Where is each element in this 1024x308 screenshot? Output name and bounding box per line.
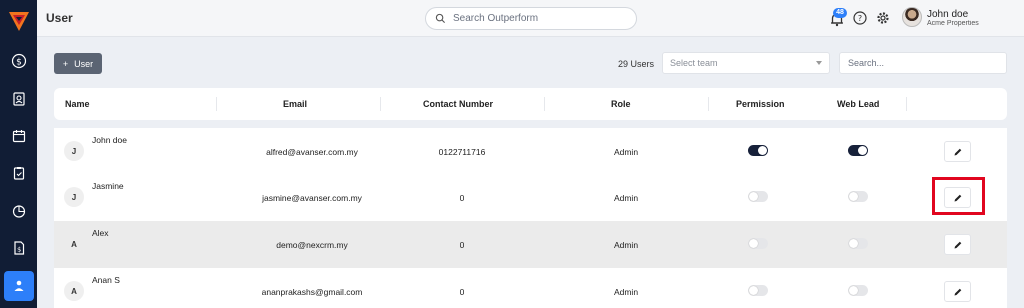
row-contact: 0 — [459, 240, 465, 250]
table-row[interactable]: J John doe alfred@avanser.com.my 0122711… — [54, 128, 1007, 175]
add-user-label: User — [74, 58, 94, 69]
highlight-box — [932, 177, 985, 215]
permission-toggle[interactable] — [748, 145, 768, 156]
team-select[interactable]: Select team — [662, 52, 830, 74]
team-select-placeholder: Select team — [670, 58, 718, 68]
column-divider — [216, 97, 217, 111]
user-company: Acme Properties — [927, 20, 979, 27]
sidebar-item-deals[interactable]: $ — [4, 46, 34, 76]
calendar-icon — [12, 130, 26, 143]
table-row[interactable]: A Alex demo@nexcrm.my 0 Admin — [54, 221, 1007, 268]
gear-icon[interactable] — [876, 11, 890, 25]
pie-chart-icon — [12, 205, 26, 218]
sidebar-item-tasks[interactable] — [4, 158, 34, 188]
table-row[interactable]: A Anan S ananprakashs@gmail.com 0 Admin — [54, 268, 1007, 308]
sidebar-item-reports[interactable] — [4, 196, 34, 226]
permission-toggle[interactable] — [748, 238, 768, 249]
row-contact: 0122711716 — [438, 147, 486, 157]
notification-badge: 48 — [833, 8, 847, 18]
svg-text:?: ? — [858, 14, 862, 23]
pencil-icon — [954, 241, 961, 248]
edit-button[interactable] — [944, 234, 971, 255]
users-icon — [14, 280, 24, 291]
row-avatar: J — [64, 141, 84, 161]
web-lead-toggle[interactable] — [848, 238, 868, 249]
row-avatar: A — [71, 239, 77, 249]
global-search-placeholder: Search Outperform — [453, 13, 539, 24]
user-count: 29 Users — [618, 59, 655, 69]
add-user-button[interactable]: + User — [54, 53, 102, 74]
svg-text:$: $ — [17, 246, 21, 254]
dollar-icon: $ — [11, 53, 27, 69]
row-role: Admin — [613, 193, 639, 203]
row-role: Admin — [613, 240, 639, 250]
column-header-permission[interactable]: Permission — [736, 99, 785, 109]
help-icon[interactable]: ? — [853, 11, 867, 25]
global-search-input[interactable]: Search Outperform — [425, 7, 637, 30]
sidebar-item-invoices[interactable]: $ — [4, 233, 34, 263]
row-name: Jasmine — [92, 181, 124, 191]
sidebar-item-calendar[interactable] — [4, 121, 34, 151]
table-header: Name Email Contact Number Role Permissio… — [54, 88, 1007, 120]
pencil-icon — [954, 148, 961, 155]
top-bar: User Search Outperform 48 ? John doe Acm… — [37, 0, 1024, 37]
column-header-contact[interactable]: Contact Number — [423, 99, 493, 109]
logo-icon[interactable] — [7, 9, 31, 33]
row-name: Anan S — [92, 275, 120, 285]
column-header-role[interactable]: Role — [611, 99, 631, 109]
permission-toggle[interactable] — [748, 191, 768, 202]
row-avatar: J — [64, 187, 84, 207]
page-title: User — [46, 11, 73, 25]
edit-button[interactable] — [944, 141, 971, 162]
user-avatar[interactable] — [902, 7, 922, 27]
row-email: alfred@avanser.com.my — [266, 147, 358, 157]
row-email: jasmine@avanser.com.my — [262, 193, 362, 203]
column-divider — [906, 97, 907, 111]
column-divider — [708, 97, 709, 111]
user-name[interactable]: John doe — [927, 9, 968, 20]
row-email: ananprakashs@gmail.com — [261, 287, 363, 297]
chevron-down-icon — [816, 61, 822, 65]
column-header-name[interactable]: Name — [65, 99, 90, 109]
row-avatar: A — [64, 281, 84, 301]
column-header-email[interactable]: Email — [283, 99, 307, 109]
row-email: demo@nexcrm.my — [276, 240, 348, 250]
row-contact: 0 — [459, 287, 465, 297]
row-role: Admin — [613, 287, 639, 297]
document-dollar-icon: $ — [14, 241, 25, 255]
column-divider — [544, 97, 545, 111]
table-search-placeholder: Search... — [848, 58, 885, 68]
column-divider — [380, 97, 381, 111]
edit-button[interactable] — [944, 281, 971, 302]
sidebar-item-contacts[interactable] — [4, 84, 34, 114]
table-search-input[interactable]: Search... — [839, 52, 1007, 74]
svg-text:$: $ — [16, 58, 22, 68]
sidebar: $ $ — [0, 0, 37, 308]
contacts-icon — [13, 92, 25, 106]
row-role: Admin — [613, 147, 639, 157]
sidebar-item-users[interactable] — [4, 271, 34, 301]
permission-toggle[interactable] — [748, 285, 768, 296]
web-lead-toggle[interactable] — [848, 191, 868, 202]
clipboard-icon — [13, 167, 25, 180]
table-row[interactable]: J Jasmine jasmine@avanser.com.my 0 Admin — [54, 174, 1007, 221]
web-lead-toggle[interactable] — [848, 145, 868, 156]
column-header-web-lead[interactable]: Web Lead — [837, 99, 879, 109]
row-name: John doe — [92, 135, 127, 145]
row-contact: 0 — [459, 193, 465, 203]
search-icon — [435, 13, 446, 24]
plus-icon: + — [62, 58, 69, 69]
web-lead-toggle[interactable] — [848, 285, 868, 296]
row-name: Alex — [92, 228, 109, 238]
pencil-icon — [954, 288, 961, 295]
